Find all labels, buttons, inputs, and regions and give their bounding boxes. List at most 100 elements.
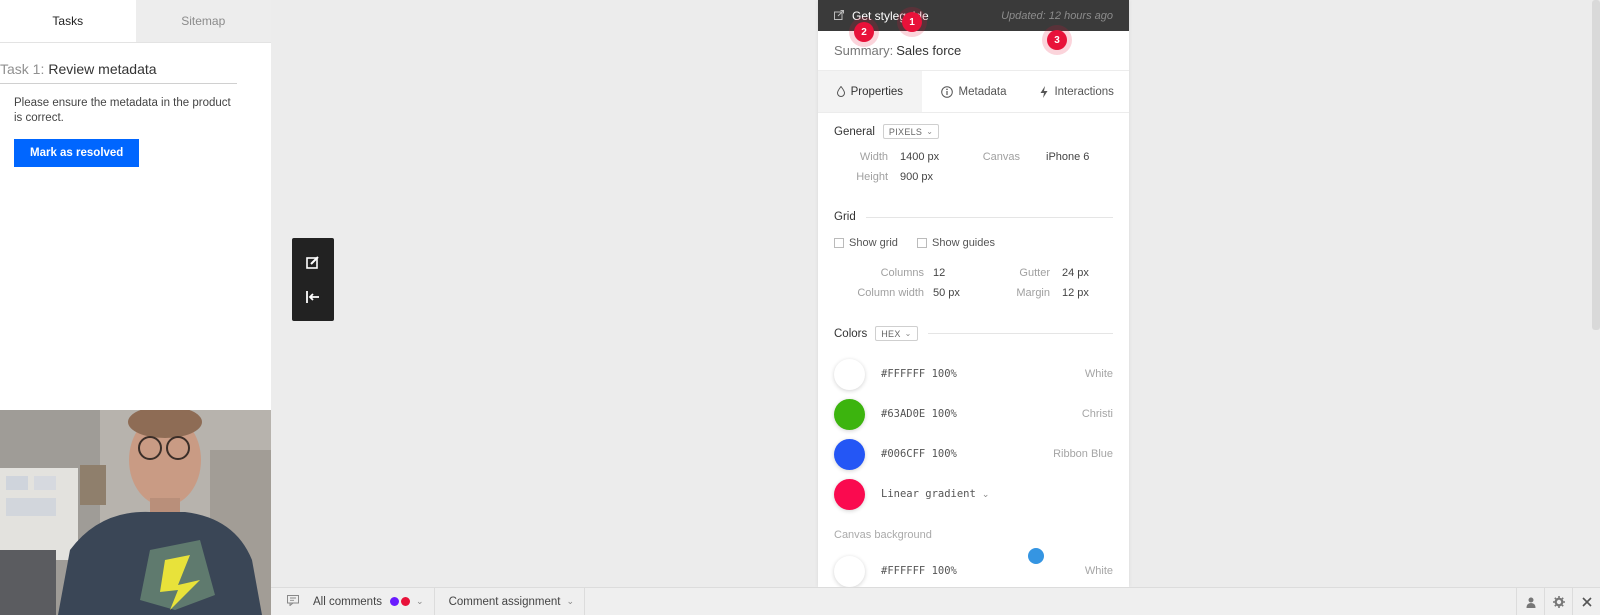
drop-icon — [836, 86, 845, 97]
chevron-down-icon: ⌄ — [926, 127, 934, 136]
webcam-person-image — [0, 410, 271, 615]
external-link-icon — [834, 8, 844, 23]
canvas-label: Canvas — [982, 151, 1020, 163]
color-code: Linear gradient — [881, 488, 976, 500]
cursor-dot — [1028, 548, 1044, 564]
color-swatch — [834, 478, 865, 510]
color-name: Christi — [1081, 408, 1113, 420]
margin-value: 12 px — [1062, 287, 1089, 299]
annotation-badge[interactable]: 3 — [1047, 30, 1067, 50]
left-tabs: Tasks Sitemap — [0, 0, 271, 43]
color-format-select[interactable]: HEX ⌄ — [875, 326, 918, 341]
unit-select[interactable]: PIXELS ⌄ — [882, 124, 940, 139]
color-format-value: HEX — [881, 328, 901, 339]
user-icon[interactable] — [1516, 588, 1544, 615]
color-name: White — [1084, 565, 1113, 577]
bottom-bar: All comments ⌄ Comment assignment ⌄ — [271, 587, 1600, 615]
summary-label: Summary: — [834, 43, 894, 58]
all-comments-filter[interactable]: All comments ⌄ — [313, 596, 424, 608]
tab-tasks[interactable]: Tasks — [0, 0, 136, 42]
tab-interactions-label: Interactions — [1054, 85, 1114, 98]
color-name: White — [1084, 368, 1113, 380]
comment-dot — [401, 597, 411, 606]
color-name: Ribbon Blue — [1053, 448, 1113, 460]
color-code: #FFFFFF 100% — [881, 368, 957, 380]
annotation-badge[interactable]: 2 — [854, 22, 874, 42]
canvas-tool-strip — [292, 238, 334, 321]
divider — [433, 587, 435, 615]
color-swatch — [834, 438, 865, 470]
task-title: Review metadata — [48, 61, 157, 77]
comment-icon[interactable] — [287, 594, 299, 609]
inspector-panel: Get styleguide Updated: 12 hours ago Sum… — [818, 0, 1129, 587]
color-row-white[interactable]: #FFFFFF 100% White — [834, 357, 1113, 391]
chevron-down-icon: ⌄ — [416, 596, 424, 606]
color-row-christi[interactable]: #63AD0E 100% Christi — [834, 397, 1113, 431]
close-icon[interactable] — [1572, 588, 1600, 615]
column-width-value: 50 px — [933, 287, 960, 299]
grid-title: Grid — [834, 211, 856, 223]
color-code: #63AD0E 100% — [881, 408, 957, 420]
general-title: General — [834, 125, 875, 138]
comment-assignment-filter[interactable]: Comment assignment ⌄ — [449, 596, 574, 608]
tab-metadata-label: Metadata — [958, 85, 1007, 98]
tab-interactions[interactable]: Interactions — [1025, 71, 1129, 112]
show-guides-label: Show guides — [932, 237, 995, 249]
canvas-value: iPhone 6 — [1046, 151, 1090, 163]
canvas-background-label: Canvas background — [834, 529, 932, 541]
color-row-gradient[interactable]: Linear gradient ⌄ — [834, 477, 1113, 511]
height-value: 900 px — [900, 171, 934, 183]
colors-title: Colors — [834, 327, 868, 340]
grid-divider — [865, 216, 1113, 218]
exit-icon[interactable] — [301, 285, 325, 309]
margin-label: Margin — [1016, 287, 1050, 299]
color-row-ribbon-blue[interactable]: #006CFF 100% Ribbon Blue — [834, 437, 1113, 471]
colors-section-header: Colors HEX ⌄ — [818, 326, 1129, 341]
scrollbar[interactable] — [1592, 0, 1600, 330]
color-code: #FFFFFF 100% — [881, 565, 957, 577]
color-code: #006CFF 100% — [881, 448, 957, 460]
task-number: Task 1: — [0, 61, 45, 77]
column-width-label: Column width — [857, 287, 924, 299]
columns-label: Columns — [880, 267, 924, 279]
gear-icon[interactable] — [1544, 588, 1572, 615]
gutter-label: Gutter — [1019, 267, 1050, 279]
left-panel: Tasks Sitemap Task 1: Review metadata Ple… — [0, 0, 271, 615]
columns-value: 12 — [933, 267, 946, 279]
unit-select-value: PIXELS — [888, 126, 923, 137]
gutter-value: 24 px — [1062, 267, 1089, 279]
comment-dot — [390, 597, 400, 606]
tab-properties[interactable]: Properties — [818, 71, 922, 112]
summary-value: Sales force — [896, 43, 962, 58]
all-comments-label: All comments — [313, 595, 383, 608]
general-section-header: General PIXELS ⌄ — [818, 124, 1129, 139]
edit-icon[interactable] — [301, 250, 325, 274]
bottom-right-icons — [1516, 588, 1600, 615]
show-guides-checkbox[interactable]: Show guides — [917, 237, 995, 249]
color-swatch — [834, 358, 865, 390]
inspector-tabs: Properties Metadata Interactions — [818, 71, 1129, 113]
annotation-badge[interactable]: 1 — [902, 12, 922, 32]
chevron-down-icon[interactable]: ⌄ — [982, 489, 990, 500]
task-description: Please ensure the metadata in the produc… — [14, 97, 231, 124]
width-label: Width — [859, 151, 888, 163]
show-grid-checkbox[interactable]: Show grid — [834, 237, 898, 249]
chevron-down-icon: ⌄ — [904, 329, 912, 338]
show-grid-label: Show grid — [849, 237, 898, 249]
tab-metadata[interactable]: Metadata — [922, 71, 1026, 112]
bolt-icon — [1040, 85, 1048, 98]
tab-properties-label: Properties — [850, 85, 904, 98]
colors-divider — [927, 333, 1113, 334]
checkbox-box — [834, 238, 844, 248]
mark-as-resolved-button[interactable]: Mark as resolved — [14, 139, 140, 167]
webcam-video — [0, 410, 271, 615]
divider — [583, 587, 585, 615]
height-label: Height — [856, 171, 888, 183]
comment-assignment-label: Comment assignment — [448, 595, 561, 608]
color-swatch — [834, 398, 865, 430]
updated-timestamp: Updated: 12 hours ago — [1001, 9, 1113, 22]
color-row-canvas-background[interactable]: #FFFFFF 100% White — [834, 554, 1113, 587]
tab-sitemap[interactable]: Sitemap — [135, 0, 271, 42]
task-header: Task 1: Review metadata — [0, 43, 237, 84]
checkbox-box — [917, 238, 927, 248]
